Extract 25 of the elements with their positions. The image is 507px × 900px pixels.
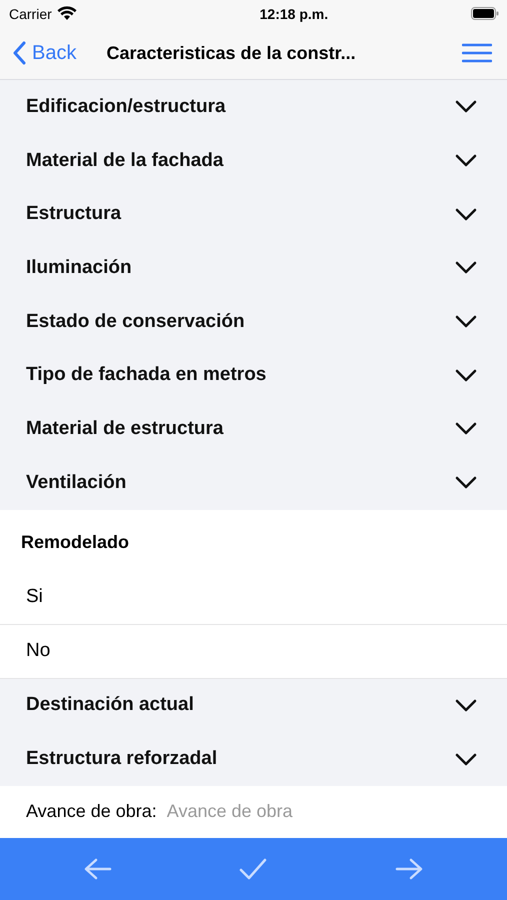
- carrier-label: Carrier: [9, 6, 52, 22]
- chevron-down-icon: [455, 315, 477, 328]
- battery-icon: [470, 7, 499, 20]
- arrow-right-icon[interactable]: [395, 858, 424, 880]
- chevron-down-icon: [455, 208, 477, 221]
- checkmark-icon[interactable]: [239, 858, 268, 880]
- chevron-down-icon: [455, 752, 477, 766]
- chevron-down-icon: [455, 100, 477, 114]
- menu-icon[interactable]: [462, 43, 492, 63]
- chevron-down-icon: [455, 368, 477, 382]
- chevron-down-icon: [455, 476, 477, 490]
- group-heading: Remodelado: [20, 530, 130, 554]
- chevron-down-icon: [455, 422, 477, 436]
- wifi-icon: [56, 6, 77, 21]
- input-field[interactable]: Avance de obra: [166, 786, 507, 838]
- chevron-down-icon: [455, 698, 477, 712]
- chevron-down-icon: [455, 154, 477, 168]
- option-row[interactable]: Si: [0, 570, 507, 624]
- field-label: Avance de obra:: [0, 786, 167, 838]
- chevron-left-icon: [12, 41, 26, 65]
- back-button[interactable]: Back: [12, 41, 76, 65]
- status-time: 12:18 p.m.: [260, 6, 328, 22]
- chevron-down-icon: [455, 261, 477, 274]
- nav-title: Caracteristicas de la constr...: [106, 42, 357, 64]
- arrow-left-icon[interactable]: [84, 858, 112, 880]
